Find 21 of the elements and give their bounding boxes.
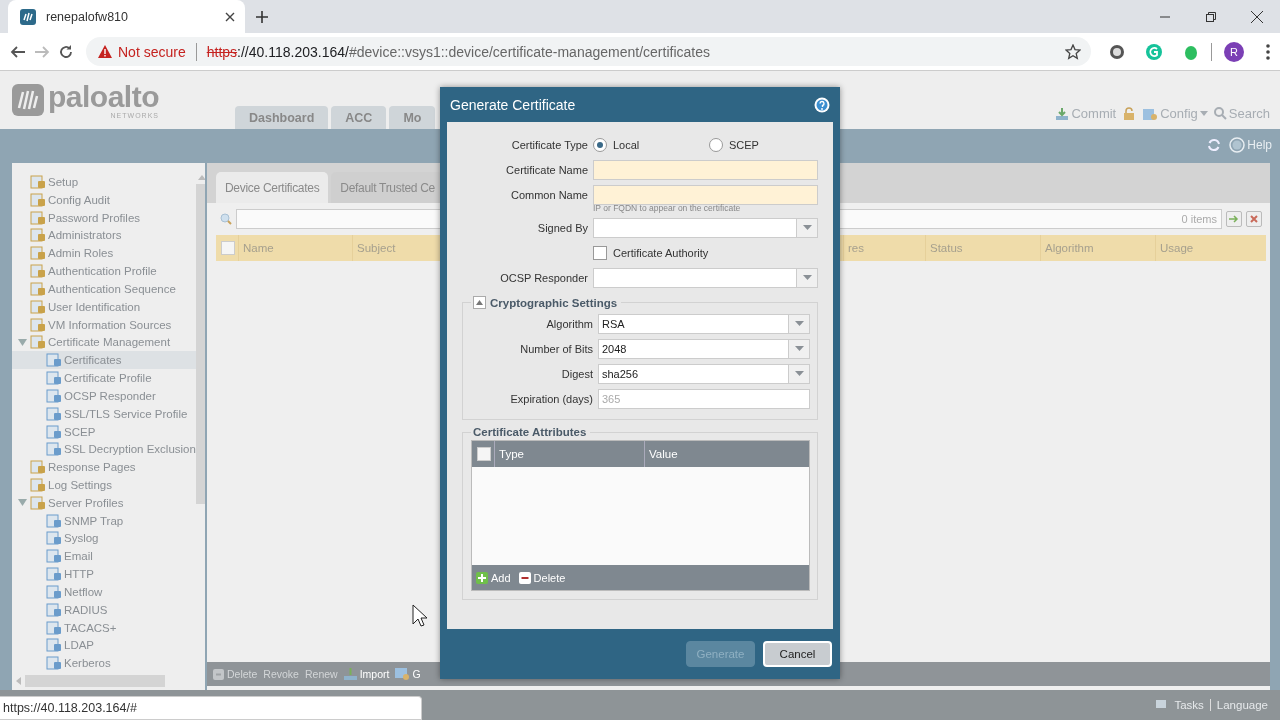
field-label: Digest: [560, 367, 593, 380]
link-status-bubble: https://40.118.203.164/#: [0, 696, 422, 720]
dialog-title: Generate Certificate: [450, 96, 576, 113]
security-warning: Not secure: [118, 43, 186, 60]
field-label: Certificate Name: [505, 163, 588, 176]
dropdown-value: sha256: [601, 367, 640, 380]
dropdown-value: RSA: [601, 317, 626, 330]
field-label: OCSP Responder: [499, 271, 588, 284]
field-label: Algorithm: [545, 317, 593, 330]
field-label: Common Name: [509, 188, 588, 201]
field-label: Number of Bits: [519, 342, 593, 355]
dropdown-value: 2048: [601, 342, 628, 355]
field-label: Signed By: [536, 221, 588, 234]
group-title: Cryptographic Settings: [490, 296, 618, 309]
field-label: Certificate Type: [510, 138, 588, 151]
url-text: https://40.118.203.164/#device::vsys1::device/certificate-management/certificates: [206, 43, 711, 60]
field-label: Expiration (days): [509, 392, 593, 405]
item-count: 0 items: [1181, 213, 1217, 225]
logo-text: paloalto: [48, 81, 159, 112]
group-title: Certificate Attributes: [473, 426, 587, 438]
field-hint: IP or FQDN to appear on the certificate: [593, 203, 741, 213]
